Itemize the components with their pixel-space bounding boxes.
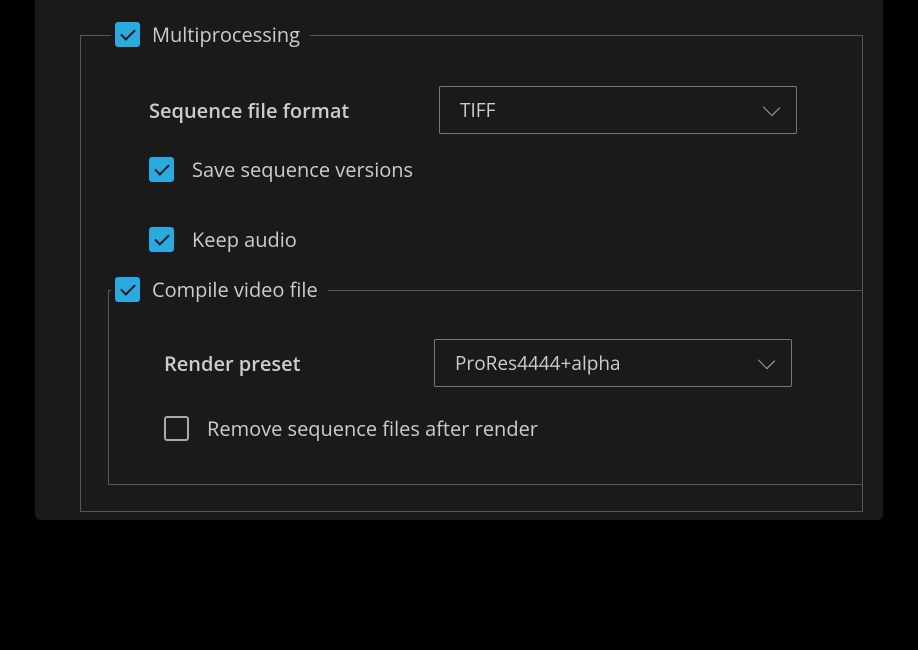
check-icon — [154, 160, 170, 176]
keep-audio-label: Keep audio — [192, 226, 297, 253]
compile-group: Compile video file Render preset ProRes4… — [108, 290, 863, 485]
check-icon — [120, 25, 136, 41]
settings-panel: Multiprocessing Sequence file format TIF… — [35, 0, 883, 520]
save-versions-checkbox[interactable] — [149, 157, 174, 182]
render-preset-row: Render preset ProRes4444+alpha — [164, 339, 792, 387]
chevron-down-icon — [758, 352, 775, 369]
sequence-format-value: TIFF — [460, 97, 495, 123]
render-preset-label: Render preset — [164, 350, 414, 377]
chevron-down-icon — [763, 99, 780, 116]
render-preset-dropdown[interactable]: ProRes4444+alpha — [434, 339, 792, 387]
multiprocessing-checkbox[interactable] — [115, 22, 140, 47]
sequence-format-label: Sequence file format — [149, 97, 419, 124]
render-preset-value: ProRes4444+alpha — [455, 350, 621, 376]
save-versions-row: Save sequence versions — [149, 156, 413, 183]
save-versions-label: Save sequence versions — [192, 156, 413, 183]
check-icon — [154, 230, 170, 246]
keep-audio-checkbox[interactable] — [149, 227, 174, 252]
check-icon — [120, 280, 136, 296]
multiprocessing-label: Multiprocessing — [152, 21, 300, 48]
remove-after-checkbox[interactable] — [164, 416, 189, 441]
keep-audio-row: Keep audio — [149, 226, 297, 253]
multiprocessing-legend: Multiprocessing — [111, 21, 310, 48]
sequence-format-dropdown[interactable]: TIFF — [439, 86, 797, 134]
compile-checkbox[interactable] — [115, 277, 140, 302]
remove-after-row: Remove sequence files after render — [164, 415, 538, 442]
sequence-format-row: Sequence file format TIFF — [149, 86, 797, 134]
remove-after-label: Remove sequence files after render — [207, 415, 538, 442]
compile-legend: Compile video file — [111, 276, 328, 303]
compile-label: Compile video file — [152, 276, 318, 303]
